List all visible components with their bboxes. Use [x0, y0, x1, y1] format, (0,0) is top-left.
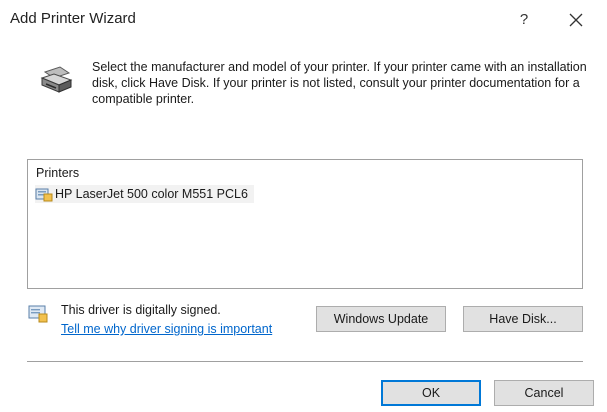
help-button[interactable]: ? [512, 9, 536, 33]
signed-driver-icon [28, 305, 48, 323]
printer-icon [40, 66, 73, 93]
title-bar: Add Printer Wizard ? [0, 0, 607, 40]
printer-list-item-label: HP LaserJet 500 color M551 PCL6 [55, 187, 248, 201]
window-title: Add Printer Wizard [10, 10, 136, 27]
separator [27, 361, 583, 362]
printers-list[interactable]: Printers HP LaserJet 500 color M551 PCL6 [27, 159, 583, 289]
cancel-button[interactable]: Cancel [494, 380, 594, 406]
driver-signing-link[interactable]: Tell me why driver signing is important [61, 322, 272, 336]
add-printer-wizard-dialog: Add Printer Wizard ? Select the manufact… [0, 0, 607, 412]
have-disk-button[interactable]: Have Disk... [463, 306, 583, 332]
ok-button[interactable]: OK [381, 380, 481, 406]
windows-update-button[interactable]: Windows Update [316, 306, 446, 332]
printers-column-header: Printers [36, 166, 80, 180]
close-button[interactable] [560, 9, 592, 33]
printer-list-item[interactable]: HP LaserJet 500 color M551 PCL6 [35, 185, 254, 203]
close-icon [569, 13, 583, 27]
printer-driver-icon [35, 188, 53, 202]
instructions-text: Select the manufacturer and model of you… [92, 60, 587, 106]
driver-signed-status: This driver is digitally signed. [61, 303, 221, 317]
